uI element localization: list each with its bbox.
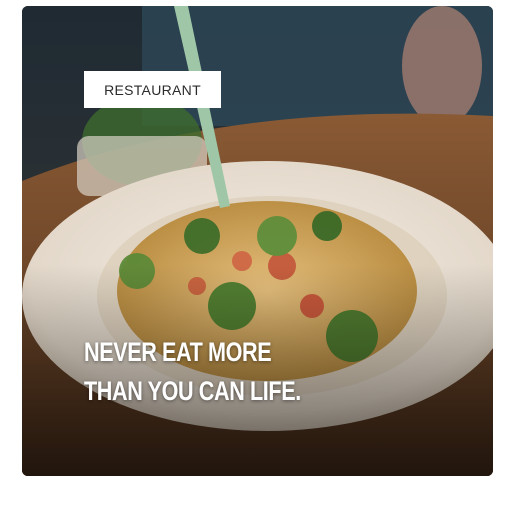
headline-line-2: THAN YOU CAN LIFE.	[84, 376, 301, 406]
headline-line-1: NEVER EAT MORE	[84, 337, 272, 367]
post-card[interactable]: RESTAURANT NEVER EAT MORE THAN YOU CAN L…	[22, 6, 493, 476]
category-tag[interactable]: RESTAURANT	[84, 71, 221, 108]
post-headline: NEVER EAT MORE THAN YOU CAN LIFE.	[84, 333, 324, 411]
